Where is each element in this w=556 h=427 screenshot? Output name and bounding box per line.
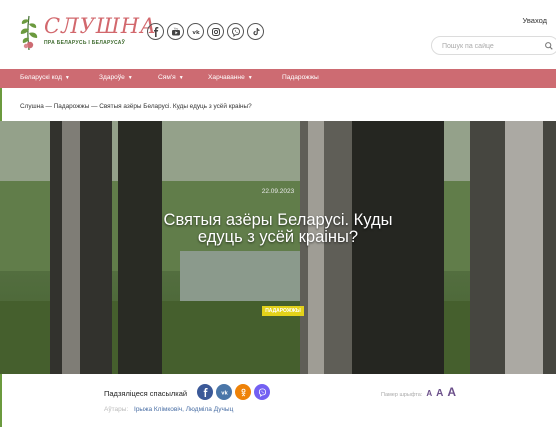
instagram-icon[interactable] [207,23,224,40]
font-size-control: Памер шрыфта: A A A [381,385,456,399]
nav-item-travel[interactable]: Падарожжы [282,74,319,81]
font-size-small-button[interactable]: A [426,389,432,398]
odnoklassniki-icon [240,388,246,396]
chevron-down-icon: ▼ [247,75,253,81]
svg-text:vk: vk [221,390,228,396]
font-size-label: Памер шрыфта: [381,392,423,398]
category-badge[interactable]: ПАДАРОЖЖЫ [262,306,304,316]
logo-subtitle: ПРА БЕЛАРУСЬ І БЕЛАРУСАЎ [44,40,126,46]
share-vk-button[interactable]: vk [216,384,232,400]
article-date: 22.09.2023 [261,188,295,195]
search-icon[interactable] [544,41,554,51]
breadcrumb[interactable]: Слушна — Падарожжы — Святыя азёры Белару… [20,103,252,110]
nav-item-family[interactable]: Сям'я ▼ [158,74,184,81]
share-buttons: vk [197,384,270,400]
main-nav: Беларускі код ▼ Здароўе ▼ Сям'я ▼ Харчаванн… [0,69,556,88]
nav-item-health[interactable]: Здароўе ▼ [99,74,133,81]
article-authors: Аўтары: Ірыжа Клімковіч, Людміла Дучыц [104,406,233,413]
logo-title: СЛУШНА [44,14,157,38]
vk-icon[interactable]: vk [187,23,204,40]
share-viber-button[interactable] [254,384,270,400]
search-input[interactable] [442,40,532,52]
authors-names[interactable]: Ірыжа Клімковіч, Людміла Дучыц [134,406,233,413]
facebook-icon [203,387,208,397]
article-hero: 22.09.2023 Святыя азёры Беларусі. Куды е… [0,121,556,374]
chevron-down-icon: ▼ [64,75,70,81]
vk-icon: vk [221,390,228,396]
viber-icon[interactable] [227,23,244,40]
facebook-icon[interactable] [147,23,164,40]
search-box [431,36,556,55]
article-title: Святыя азёры Беларусі. Куды едуць з усёй… [163,211,393,246]
share-facebook-button[interactable] [197,384,213,400]
svg-text:vk: vk [192,30,200,36]
tiktok-icon[interactable] [247,23,264,40]
site-header: СЛУШНА ПРА БЕЛАРУСЬ І БЕЛАРУСАЎ You vk У… [0,0,556,69]
youtube-icon[interactable]: You [167,23,184,40]
chevron-down-icon: ▼ [178,75,184,81]
hero-background [0,121,556,374]
font-size-medium-button[interactable]: A [436,388,443,399]
logo-sprig-icon [20,15,38,51]
nav-item-belarusian-code[interactable]: Беларускі код ▼ [20,74,70,81]
share-label: Падзяліцеся спасылкай [104,389,188,398]
font-size-large-button[interactable]: A [447,385,456,399]
chevron-down-icon: ▼ [127,75,133,81]
svg-text:You: You [173,27,178,31]
site-logo[interactable]: СЛУШНА ПРА БЕЛАРУСЬ І БЕЛАРУСАЎ [14,12,156,52]
social-links: You vk [147,23,264,40]
authors-label: Аўтары: [104,406,129,413]
nav-item-nutrition[interactable]: Харчаванне ▼ [208,74,253,81]
share-odnoklassniki-button[interactable] [235,384,251,400]
viber-icon [258,387,266,397]
login-link[interactable]: Уваход [523,16,547,25]
